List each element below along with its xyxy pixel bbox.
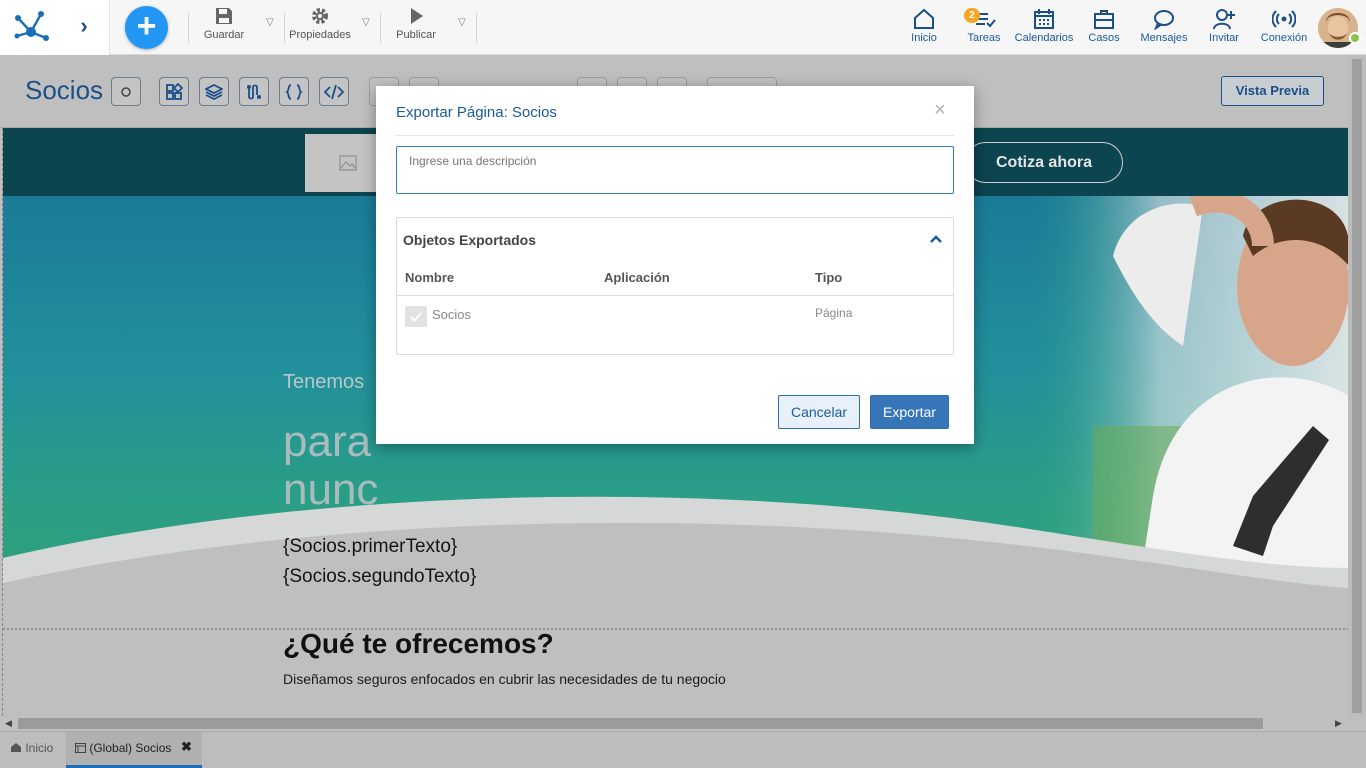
divider [188, 13, 189, 43]
save-button[interactable]: Guardar [198, 6, 250, 50]
add-user-icon [1213, 9, 1235, 30]
nav-calendars-label: Calendarios [1014, 32, 1074, 44]
briefcase-icon [1094, 10, 1114, 29]
nav-tasks-label: Tareas [967, 32, 1001, 44]
check-icon [410, 312, 422, 322]
nav-calendars[interactable]: Calendarios [1014, 8, 1074, 48]
close-icon[interactable]: × [934, 100, 946, 120]
header-divider [397, 295, 953, 296]
divider [476, 13, 477, 43]
app-logo-icon[interactable] [12, 8, 50, 46]
play-icon [411, 8, 423, 24]
nav-messages-label: Mensajes [1140, 32, 1188, 44]
exported-objects-panel: Objetos Exportados Nombre Aplicación Tip… [396, 217, 954, 355]
save-icon [216, 8, 232, 24]
properties-dropdown-chevron-icon[interactable]: ▽ [362, 17, 370, 28]
tasks-count-badge: 2 [964, 8, 980, 23]
save-dropdown-chevron-icon[interactable]: ▽ [266, 17, 274, 28]
calendar-icon [1034, 9, 1054, 29]
row-type: Página [815, 306, 853, 320]
online-status-dot [1349, 32, 1361, 44]
home-icon [914, 8, 934, 29]
publish-dropdown-chevron-icon[interactable]: ▽ [458, 17, 466, 28]
divider [380, 13, 381, 43]
properties-label: Propiedades [289, 29, 351, 41]
nav-cases[interactable]: Casos [1084, 8, 1124, 48]
properties-button[interactable]: Propiedades [288, 6, 352, 50]
nav-messages[interactable]: Mensajes [1138, 8, 1190, 48]
nav-home-label: Inicio [911, 32, 937, 44]
chat-bubble-icon [1154, 10, 1174, 30]
nav-invite-label: Invitar [1209, 32, 1239, 44]
column-header-application[interactable]: Aplicación [604, 270, 670, 285]
description-input[interactable] [396, 146, 954, 194]
logo-area: › [0, 0, 110, 55]
row-name: Socios [432, 307, 472, 322]
nav-connection[interactable]: Conexión [1258, 8, 1310, 48]
export-page-dialog: Exportar Página: Socios × Objetos Export… [376, 86, 974, 444]
row-checkbox[interactable] [405, 306, 427, 327]
new-button[interactable]: + [125, 6, 168, 49]
nav-invite[interactable]: Invitar [1204, 8, 1244, 48]
dialog-divider [396, 135, 954, 136]
signal-icon [1272, 10, 1296, 28]
chevron-up-icon[interactable] [928, 231, 944, 247]
expand-chevron-icon[interactable]: › [72, 13, 96, 41]
publish-button[interactable]: Publicar [392, 6, 440, 50]
nav-connection-label: Conexión [1260, 32, 1308, 44]
divider [284, 13, 285, 43]
cancel-button[interactable]: Cancelar [778, 395, 860, 429]
dialog-title: Exportar Página: Socios [396, 104, 557, 121]
nav-cases-label: Casos [1088, 32, 1120, 44]
column-header-type[interactable]: Tipo [815, 270, 842, 285]
export-button[interactable]: Exportar [870, 395, 949, 429]
publish-label: Publicar [396, 29, 436, 41]
save-label: Guardar [203, 29, 245, 41]
gear-icon [312, 8, 328, 24]
column-header-name[interactable]: Nombre [405, 270, 454, 285]
panel-title: Objetos Exportados [403, 232, 537, 248]
top-bar: › + Guardar ▽ Propiedades ▽ Publicar ▽ I… [0, 0, 1366, 55]
nav-home[interactable]: Inicio [904, 8, 944, 48]
